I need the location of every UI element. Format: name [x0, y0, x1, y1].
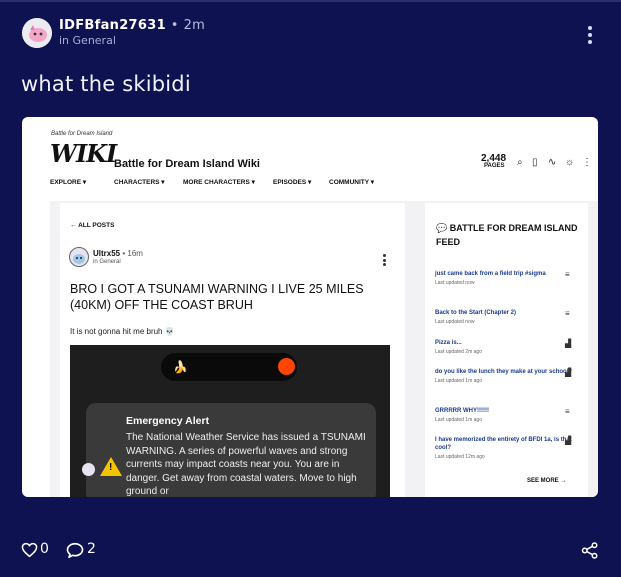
- feed-item-updated: Last updated 2m ago: [435, 349, 482, 355]
- comment-icon[interactable]: [66, 542, 84, 559]
- inner-author: Ultrx55 • 16m: [93, 249, 143, 258]
- post-author[interactable]: IDFBfan27631 • 2m: [59, 18, 205, 33]
- nav-item: COMMUNITY ▾: [329, 179, 375, 186]
- alert-title: Emergency Alert: [126, 415, 210, 427]
- more-vertical-icon: [588, 26, 592, 30]
- feed-item-updated: Last updated now: [435, 319, 475, 325]
- text-post-icon: ≡: [565, 407, 570, 416]
- post-image[interactable]: Battle for Dream Island WIKI Battle for …: [22, 117, 598, 497]
- reddit-icon: [278, 358, 295, 375]
- feed-item-updated: Last updated now: [435, 280, 475, 286]
- banana-icon: 🍌: [173, 360, 188, 374]
- more-vertical-icon: [383, 254, 387, 268]
- feed-title: 💬 BATTLE FOR DREAM ISLAND FEED: [436, 221, 586, 249]
- wiki-logo: WIKI: [50, 139, 117, 168]
- poll-icon: ▟: [565, 368, 572, 377]
- warning-mark: !: [109, 462, 113, 473]
- nav-item: EPISODES ▾: [273, 179, 312, 186]
- post-community[interactable]: in General: [59, 34, 116, 47]
- nav-item: CHARACTERS ▾: [114, 179, 165, 186]
- author-avatar[interactable]: [22, 18, 52, 48]
- feed-title-text: BATTLE FOR DREAM ISLAND FEED: [436, 223, 578, 247]
- poll-icon: ▟: [565, 436, 572, 445]
- feed-item-title: do you like the lunch they make at your …: [435, 369, 573, 375]
- inner-time: • 16m: [122, 249, 143, 258]
- author-separator: •: [170, 18, 179, 33]
- message-icon: 💬: [436, 223, 448, 233]
- avatar-image: [22, 18, 52, 48]
- feed-item-title: just came back from a field trip #sigma: [435, 271, 546, 277]
- pages-label: PAGES: [484, 163, 505, 169]
- feed-item-title: I have memorized the entirety of BFDI 1a…: [435, 437, 572, 451]
- feed-item: just came back from a field trip #sigma …: [435, 270, 583, 286]
- activity-icon: ∿: [548, 157, 557, 168]
- mini-avatar: [82, 463, 95, 476]
- inner-post-body: It is not gonna hit me bruh 💀: [70, 327, 175, 336]
- author-name[interactable]: IDFBfan27631: [59, 18, 166, 33]
- more-vertical-icon: ⋮: [582, 157, 592, 168]
- post-title: what the skibidi: [21, 72, 191, 96]
- wiki-name: Battle for Dream Island Wiki: [114, 158, 260, 170]
- feed-item-title: Back to the Start (Chapter 2): [435, 310, 517, 316]
- see-more-link: SEE MORE →: [527, 478, 567, 484]
- share-icon[interactable]: [581, 542, 599, 559]
- post-time: 2m: [183, 18, 206, 33]
- feed-item: I have memorized the entirety of BFDI 1a…: [435, 436, 583, 460]
- heart-icon[interactable]: [21, 542, 38, 558]
- feed-item: Back to the Start (Chapter 2) Last updat…: [435, 309, 583, 325]
- more-options-button[interactable]: [582, 24, 598, 46]
- feed-item-updated: Last updated 1m ago: [435, 378, 482, 384]
- feed-item-updated: Last updated 12m ago: [435, 454, 485, 460]
- search-icon: ⌕: [517, 157, 523, 168]
- inner-avatar-image: [73, 254, 85, 264]
- all-posts-link: ← ALL POSTS: [70, 222, 115, 229]
- feed-item-title: GRRRRR WHY!!!!!!: [435, 408, 489, 414]
- like-count: 0: [40, 541, 49, 557]
- alert-text: The National Weather Service has issued …: [126, 432, 366, 497]
- comment-count: 2: [87, 541, 96, 557]
- feed-item: do you like the lunch they make at your …: [435, 368, 583, 384]
- inner-community: in General: [93, 259, 121, 265]
- text-post-icon: ≡: [565, 270, 570, 279]
- inner-author-name: Ultrx55: [93, 249, 121, 258]
- phone-screenshot: 🍌 ! Emergency Alert The National Weather…: [70, 345, 390, 497]
- feed-item-title: Pizza is...: [435, 340, 462, 346]
- feed-item: GRRRRR WHY!!!!!! Last updated 1m ago: [435, 407, 583, 423]
- nav-item: MORE CHARACTERS ▾: [183, 179, 255, 186]
- inner-post-title: BRO I GOT A TSUNAMI WARNING I LIVE 25 MI…: [70, 282, 364, 312]
- top-divider: [0, 0, 621, 2]
- theme-icon: ☼: [565, 157, 575, 168]
- wiki-tagline: Battle for Dream Island: [51, 131, 113, 137]
- nav-item: EXPLORE ▾: [50, 179, 87, 186]
- text-post-icon: ≡: [565, 309, 570, 318]
- feed-item: Pizza is... Last updated 2m ago: [435, 339, 583, 355]
- feed-item-updated: Last updated 1m ago: [435, 417, 482, 423]
- inner-author-avatar: [69, 247, 89, 267]
- poll-icon: ▟: [565, 339, 572, 348]
- book-icon: ▯: [532, 157, 538, 168]
